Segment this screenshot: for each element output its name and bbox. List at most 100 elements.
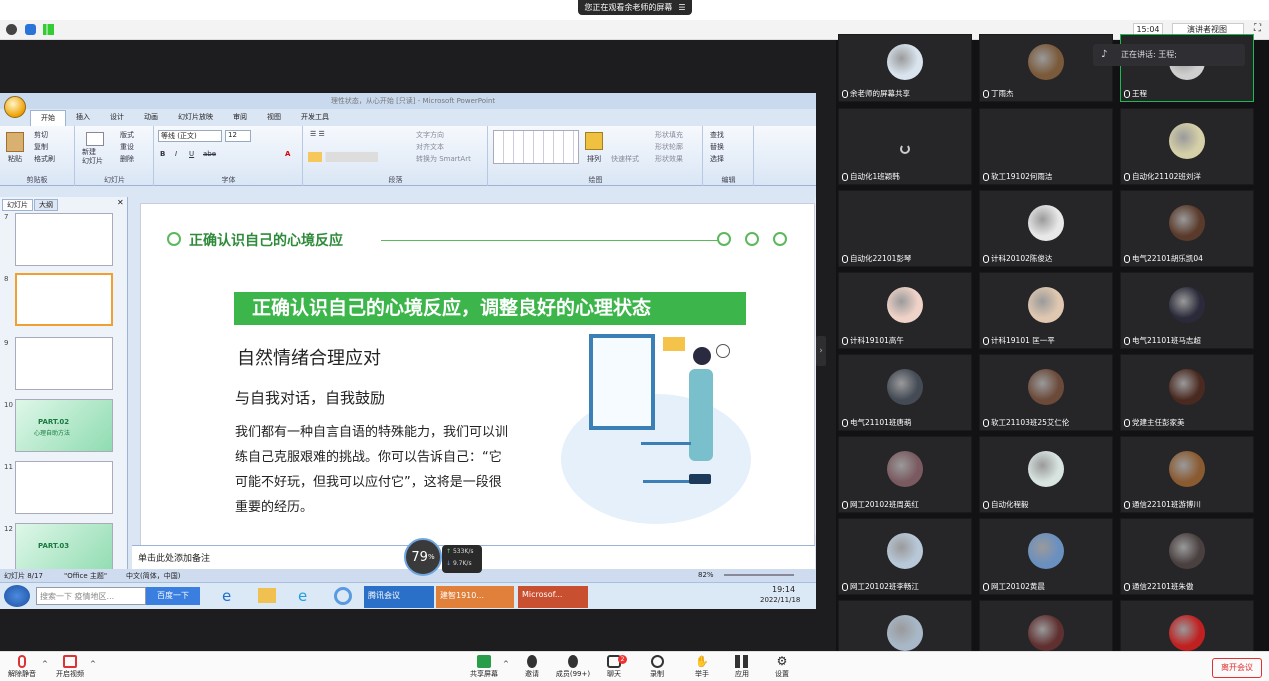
participant-tile[interactable]: 电气22101胡乐凯04: [1120, 190, 1254, 267]
replace-button[interactable]: 替换: [710, 142, 724, 152]
apps-button[interactable]: 应用: [722, 655, 762, 679]
participant-tile[interactable]: 电气21101班唐萌: [838, 354, 972, 431]
tab-review[interactable]: 审阅: [223, 110, 257, 126]
align-text-button[interactable]: 对齐文本: [416, 142, 444, 152]
new-slide-icon[interactable]: [86, 132, 104, 146]
tab-outline[interactable]: 大纲: [34, 199, 58, 211]
taskbar-search-input[interactable]: 搜索一下 疫情地区...: [36, 587, 146, 605]
arrange-button[interactable]: 排列: [587, 154, 601, 164]
start-video-button[interactable]: 开启视频: [50, 655, 90, 679]
shape-fill-button[interactable]: 形状填充: [655, 130, 683, 140]
shape-effects-button[interactable]: 形状效果: [655, 154, 683, 164]
tab-developer[interactable]: 开发工具: [291, 110, 339, 126]
app-icon[interactable]: [334, 587, 352, 605]
chevron-up-icon[interactable]: ^: [90, 660, 96, 668]
font-size-select[interactable]: 12: [225, 130, 251, 142]
participant-tile[interactable]: 计科19101高午: [838, 272, 972, 349]
participant-tile[interactable]: 电气21101班马志超: [1120, 272, 1254, 349]
participant-tile[interactable]: 通信22101班游博川: [1120, 436, 1254, 513]
tab-slideshow[interactable]: 幻灯片放映: [168, 110, 223, 126]
participant-tile[interactable]: 计科19101 匡一平: [979, 272, 1113, 349]
fullscreen-icon[interactable]: ⛶: [1254, 23, 1261, 34]
slide-thumbnail-7[interactable]: [15, 213, 113, 266]
taskbar-wps[interactable]: 建智1910...: [436, 586, 514, 608]
tab-home[interactable]: 开始: [30, 110, 66, 126]
ie-icon[interactable]: e: [222, 587, 231, 605]
info-icon[interactable]: [6, 24, 17, 35]
cut-button[interactable]: 剪切: [34, 130, 48, 140]
shapes-gallery[interactable]: [493, 130, 579, 164]
baidu-button[interactable]: 百度一下: [146, 587, 200, 605]
bold-button[interactable]: B: [160, 150, 165, 158]
tab-slides[interactable]: 幻灯片: [2, 199, 33, 211]
participant-tile[interactable]: 余老师的屏幕共享: [838, 34, 972, 102]
slide-thumbnail-9[interactable]: [15, 337, 113, 390]
taskbar-tencent-meeting[interactable]: 腾讯会议: [364, 586, 434, 608]
record-button[interactable]: 录制: [637, 655, 677, 679]
network-gauge[interactable]: 79%: [404, 538, 442, 576]
underline-button[interactable]: U: [189, 150, 194, 158]
invite-button[interactable]: 邀请: [512, 655, 552, 679]
office-button[interactable]: [4, 96, 26, 118]
delete-button[interactable]: 删除: [120, 154, 134, 164]
folder-icon[interactable]: [258, 588, 276, 603]
settings-button[interactable]: ⚙ 设置: [762, 655, 802, 679]
strikethrough-button[interactable]: abe: [203, 150, 216, 158]
chevron-up-icon[interactable]: ^: [42, 660, 48, 668]
share-screen-button[interactable]: 共享屏幕: [464, 655, 504, 679]
quick-styles-button[interactable]: 快速样式: [611, 154, 639, 164]
zoom-slider[interactable]: [724, 574, 794, 576]
participant-tile[interactable]: 网工20102班周英红: [838, 436, 972, 513]
italic-button[interactable]: I: [175, 150, 177, 158]
select-button[interactable]: 选择: [710, 154, 724, 164]
start-button[interactable]: [4, 585, 30, 607]
tab-design[interactable]: 设计: [100, 110, 134, 126]
participant-tile[interactable]: 软工21103班25艾仁伦: [979, 354, 1113, 431]
find-button[interactable]: 查找: [710, 130, 724, 140]
font-name-select[interactable]: 等线 (正文): [158, 130, 222, 142]
raise-hand-button[interactable]: ✋ 举手: [682, 655, 722, 679]
signal-icon[interactable]: [43, 24, 54, 35]
menu-icon[interactable]: ☰: [678, 3, 685, 12]
copy-button[interactable]: 复制: [34, 142, 48, 152]
collapse-panel-button[interactable]: ›: [816, 336, 826, 366]
participant-tile[interactable]: 通信22101班朱傲: [1120, 518, 1254, 595]
participant-tile[interactable]: 自动化22101彭琴: [838, 190, 972, 267]
slide-thumbnail-11[interactable]: [15, 461, 113, 514]
slide-thumbnail-8[interactable]: [15, 273, 113, 326]
participant-name: 自动化1班颖韩: [842, 171, 900, 182]
chat-button[interactable]: 2 聊天: [594, 655, 634, 679]
new-slide-button[interactable]: 新建 幻灯片: [82, 148, 103, 166]
text-direction-button[interactable]: 文字方向: [416, 130, 444, 140]
chevron-up-icon[interactable]: ^: [503, 660, 509, 668]
close-pane-icon[interactable]: ✕: [117, 198, 124, 207]
paste-button[interactable]: 粘贴: [8, 154, 22, 164]
participant-tile[interactable]: 软工19102何雨洁: [979, 108, 1113, 185]
taskbar-powerpoint[interactable]: Microsof...: [518, 586, 588, 608]
participant-tile[interactable]: 网工20102黄晨: [979, 518, 1113, 595]
tab-insert[interactable]: 插入: [66, 110, 100, 126]
shape-outline-button[interactable]: 形状轮廓: [655, 142, 683, 152]
participant-tile[interactable]: 自动化程毅: [979, 436, 1113, 513]
tab-view[interactable]: 视图: [257, 110, 291, 126]
font-color-button[interactable]: A: [285, 150, 290, 158]
layout-button[interactable]: 版式: [120, 130, 134, 140]
format-painter-button[interactable]: 格式刷: [34, 154, 55, 164]
tab-animation[interactable]: 动画: [134, 110, 168, 126]
paste-icon[interactable]: [6, 132, 24, 152]
bullets-icon[interactable]: ☰ ☰: [310, 130, 325, 138]
alignment-buttons[interactable]: [308, 152, 378, 162]
arrange-icon[interactable]: [585, 132, 603, 150]
participant-tile[interactable]: 自动化21102班刘洋: [1120, 108, 1254, 185]
members-button[interactable]: 成员(99+): [552, 655, 594, 679]
unmute-button[interactable]: 解除静音: [2, 655, 42, 679]
participant-tile[interactable]: 党建主任彭家美: [1120, 354, 1254, 431]
edge-icon[interactable]: e: [298, 587, 307, 605]
participant-tile[interactable]: 网工20102班李畅江: [838, 518, 972, 595]
leave-meeting-button[interactable]: 离开会议: [1212, 658, 1262, 678]
reset-button[interactable]: 重设: [120, 142, 134, 152]
shield-icon[interactable]: [25, 24, 36, 35]
convert-smartart-button[interactable]: 转换为 SmartArt: [416, 154, 471, 164]
participant-tile[interactable]: 计科20102陈俊达: [979, 190, 1113, 267]
slide-thumbnail-10[interactable]: PART.02 心理自助方法: [15, 399, 113, 452]
